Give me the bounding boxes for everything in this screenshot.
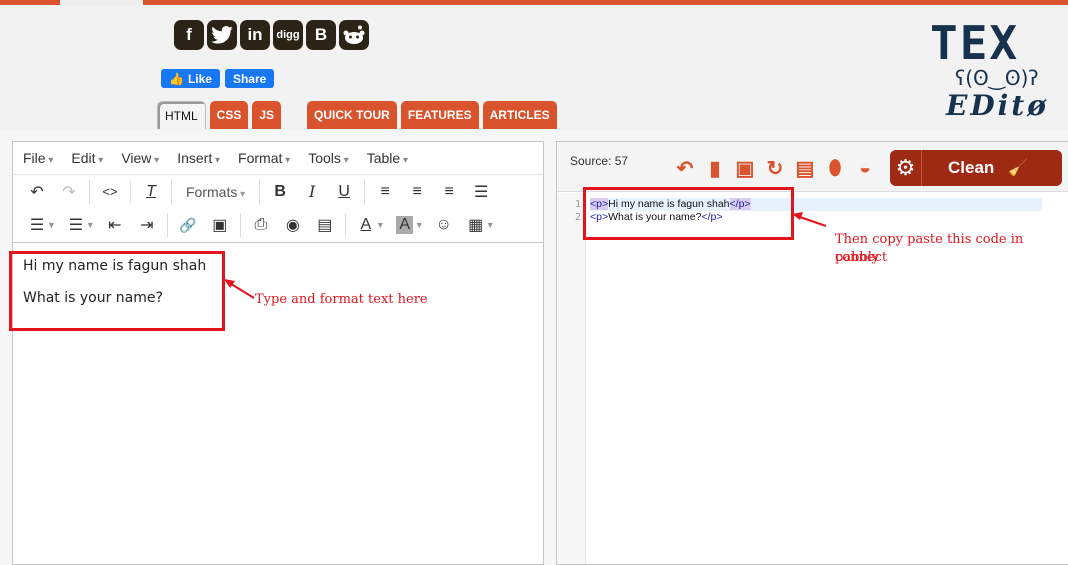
wysiwyg-editor: File Edit View Insert Format Tools Table… bbox=[12, 141, 544, 565]
outdent-icon[interactable]: ⇤ bbox=[99, 211, 131, 239]
chevron-down-icon[interactable]: ▼ bbox=[415, 220, 424, 230]
editor-menubar: File Edit View Insert Format Tools Table bbox=[13, 142, 543, 174]
highlight-box-editor bbox=[9, 251, 225, 331]
formats-dropdown[interactable]: Formats bbox=[176, 184, 255, 200]
tab-js[interactable]: JS bbox=[252, 101, 282, 129]
top-accent-tab bbox=[60, 0, 143, 5]
menu-insert[interactable]: Insert bbox=[177, 150, 220, 166]
line-number-gutter: 1 2 bbox=[557, 193, 586, 564]
line-number: 1 bbox=[574, 199, 581, 210]
image-icon[interactable]: ▣ bbox=[204, 211, 236, 239]
toolbar-divider bbox=[130, 179, 131, 204]
underline-icon[interactable]: U bbox=[328, 178, 360, 206]
palette-icon[interactable]: ◒ bbox=[853, 156, 877, 180]
toolbar-divider bbox=[239, 213, 241, 237]
align-justify-icon[interactable]: ☰ bbox=[465, 178, 497, 206]
thumbs-up-icon: 👍 bbox=[169, 71, 184, 86]
align-center-icon[interactable]: ≡ bbox=[401, 178, 433, 206]
source-char-count: Source: 57 bbox=[570, 154, 629, 168]
refresh-icon[interactable]: ↻ bbox=[763, 156, 787, 180]
facebook-share-button[interactable]: Share bbox=[224, 69, 275, 88]
link-icon[interactable]: 🔗 bbox=[172, 211, 204, 239]
arrow-icon bbox=[224, 279, 255, 299]
source-toolbar: ↶ ▮ ▣ ↻ ▤ ⬮ ◒ bbox=[673, 156, 877, 180]
reddit-icon[interactable] bbox=[339, 20, 369, 50]
gear-icon[interactable]: ⚙ bbox=[890, 150, 922, 186]
logo-line-1: TEX bbox=[930, 20, 1020, 70]
italic-icon[interactable]: I bbox=[296, 178, 328, 206]
tab-html[interactable]: HTML bbox=[157, 101, 206, 129]
undo-icon[interactable]: ↶ bbox=[21, 178, 53, 206]
tab-css[interactable]: CSS bbox=[209, 101, 249, 129]
toolbar-divider bbox=[344, 213, 346, 237]
clean-button[interactable]: ⚙ Clean 🧹 bbox=[890, 150, 1062, 186]
toolbar-divider bbox=[89, 179, 90, 204]
media-icon[interactable]: ▤ bbox=[309, 211, 341, 239]
tab-features[interactable]: FEATURES bbox=[400, 101, 479, 129]
print-icon[interactable]: ⎙ bbox=[245, 211, 277, 239]
broom-icon: 🧹 bbox=[1008, 160, 1029, 177]
line-number: 2 bbox=[574, 212, 581, 223]
toolbar-divider bbox=[364, 179, 366, 204]
editor-toolbar-row-1: ↶ ↷ <> T Formats B I U ≡ ≡ ≡ ☰ bbox=[13, 174, 543, 208]
facebook-icon[interactable]: f bbox=[174, 20, 204, 50]
align-left-icon[interactable]: ≡ bbox=[369, 178, 401, 206]
new-document-icon[interactable]: ▮ bbox=[703, 156, 727, 180]
menu-edit[interactable]: Edit bbox=[71, 150, 103, 166]
annotation-right-line-2: connect bbox=[835, 250, 888, 265]
tab-quick-tour[interactable]: QUICK TOUR bbox=[307, 101, 397, 129]
indent-icon[interactable]: ⇥ bbox=[131, 211, 163, 239]
blogger-icon[interactable]: B bbox=[306, 20, 336, 50]
share-label: Share bbox=[232, 71, 267, 86]
menu-format[interactable]: Format bbox=[238, 150, 290, 166]
social-icons: f in digg B bbox=[174, 20, 369, 50]
top-accent-bar bbox=[0, 0, 1068, 5]
highlight-box-source bbox=[583, 187, 794, 240]
logo-line-3: EDitø bbox=[946, 89, 1049, 122]
source-code-icon[interactable]: <> bbox=[94, 178, 126, 206]
align-right-icon[interactable]: ≡ bbox=[433, 178, 465, 206]
editor-toolbar-row-2: ☰ ▼ ☰ ▼ ⇤ ⇥ 🔗 ▣ ⎙ ◉ ▤ A ▼ A ▼ ☺ ▦ ▼ bbox=[13, 208, 543, 242]
chevron-down-icon[interactable]: ▼ bbox=[376, 220, 385, 230]
annotation-left: Type and format text here bbox=[255, 292, 428, 307]
compress-icon[interactable]: ▣ bbox=[733, 156, 757, 180]
chevron-down-icon[interactable]: ▼ bbox=[486, 220, 495, 230]
document-icon[interactable]: ▤ bbox=[793, 156, 817, 180]
undo-icon[interactable]: ↶ bbox=[673, 156, 697, 180]
facebook-buttons: 👍 Like Share bbox=[161, 69, 275, 88]
like-label: Like bbox=[187, 71, 212, 86]
digg-icon[interactable]: digg bbox=[273, 20, 303, 50]
linkedin-icon[interactable]: in bbox=[240, 20, 270, 50]
menu-view[interactable]: View bbox=[121, 150, 159, 166]
emoticon-icon[interactable]: ☺ bbox=[428, 211, 460, 239]
chevron-down-icon[interactable]: ▼ bbox=[47, 220, 56, 230]
toolbar-divider bbox=[166, 213, 168, 237]
facebook-like-button[interactable]: 👍 Like bbox=[161, 69, 220, 88]
source-header: Source: 57 ↶ ▮ ▣ ↻ ▤ ⬮ ◒ ⚙ Clean 🧹 bbox=[557, 142, 1068, 192]
clean-label: Clean bbox=[948, 158, 995, 177]
logo-line-2: ʕ(ʘ‿ʘ)ʔ bbox=[955, 66, 1039, 90]
main-tabs: HTML CSS JS QUICK TOUR FEATURES ARTICLES bbox=[157, 101, 557, 129]
clear-formatting-icon[interactable]: T bbox=[135, 178, 167, 206]
site-logo[interactable]: TEX ʕ(ʘ‿ʘ)ʔ EDitø bbox=[930, 20, 1068, 128]
toolbar-divider bbox=[171, 179, 172, 204]
menu-file[interactable]: File bbox=[23, 150, 53, 166]
redo-icon[interactable]: ↷ bbox=[53, 178, 85, 206]
bold-icon[interactable]: B bbox=[264, 178, 296, 206]
tab-articles[interactable]: ARTICLES bbox=[482, 101, 557, 129]
chevron-down-icon[interactable]: ▼ bbox=[86, 220, 95, 230]
toolbar-divider bbox=[259, 179, 261, 204]
menu-table[interactable]: Table bbox=[367, 150, 408, 166]
arrow-icon bbox=[792, 212, 827, 227]
twitter-icon[interactable] bbox=[207, 20, 237, 50]
menu-tools[interactable]: Tools bbox=[308, 150, 349, 166]
mouse-icon[interactable]: ⬮ bbox=[823, 156, 847, 180]
preview-icon[interactable]: ◉ bbox=[277, 211, 309, 239]
